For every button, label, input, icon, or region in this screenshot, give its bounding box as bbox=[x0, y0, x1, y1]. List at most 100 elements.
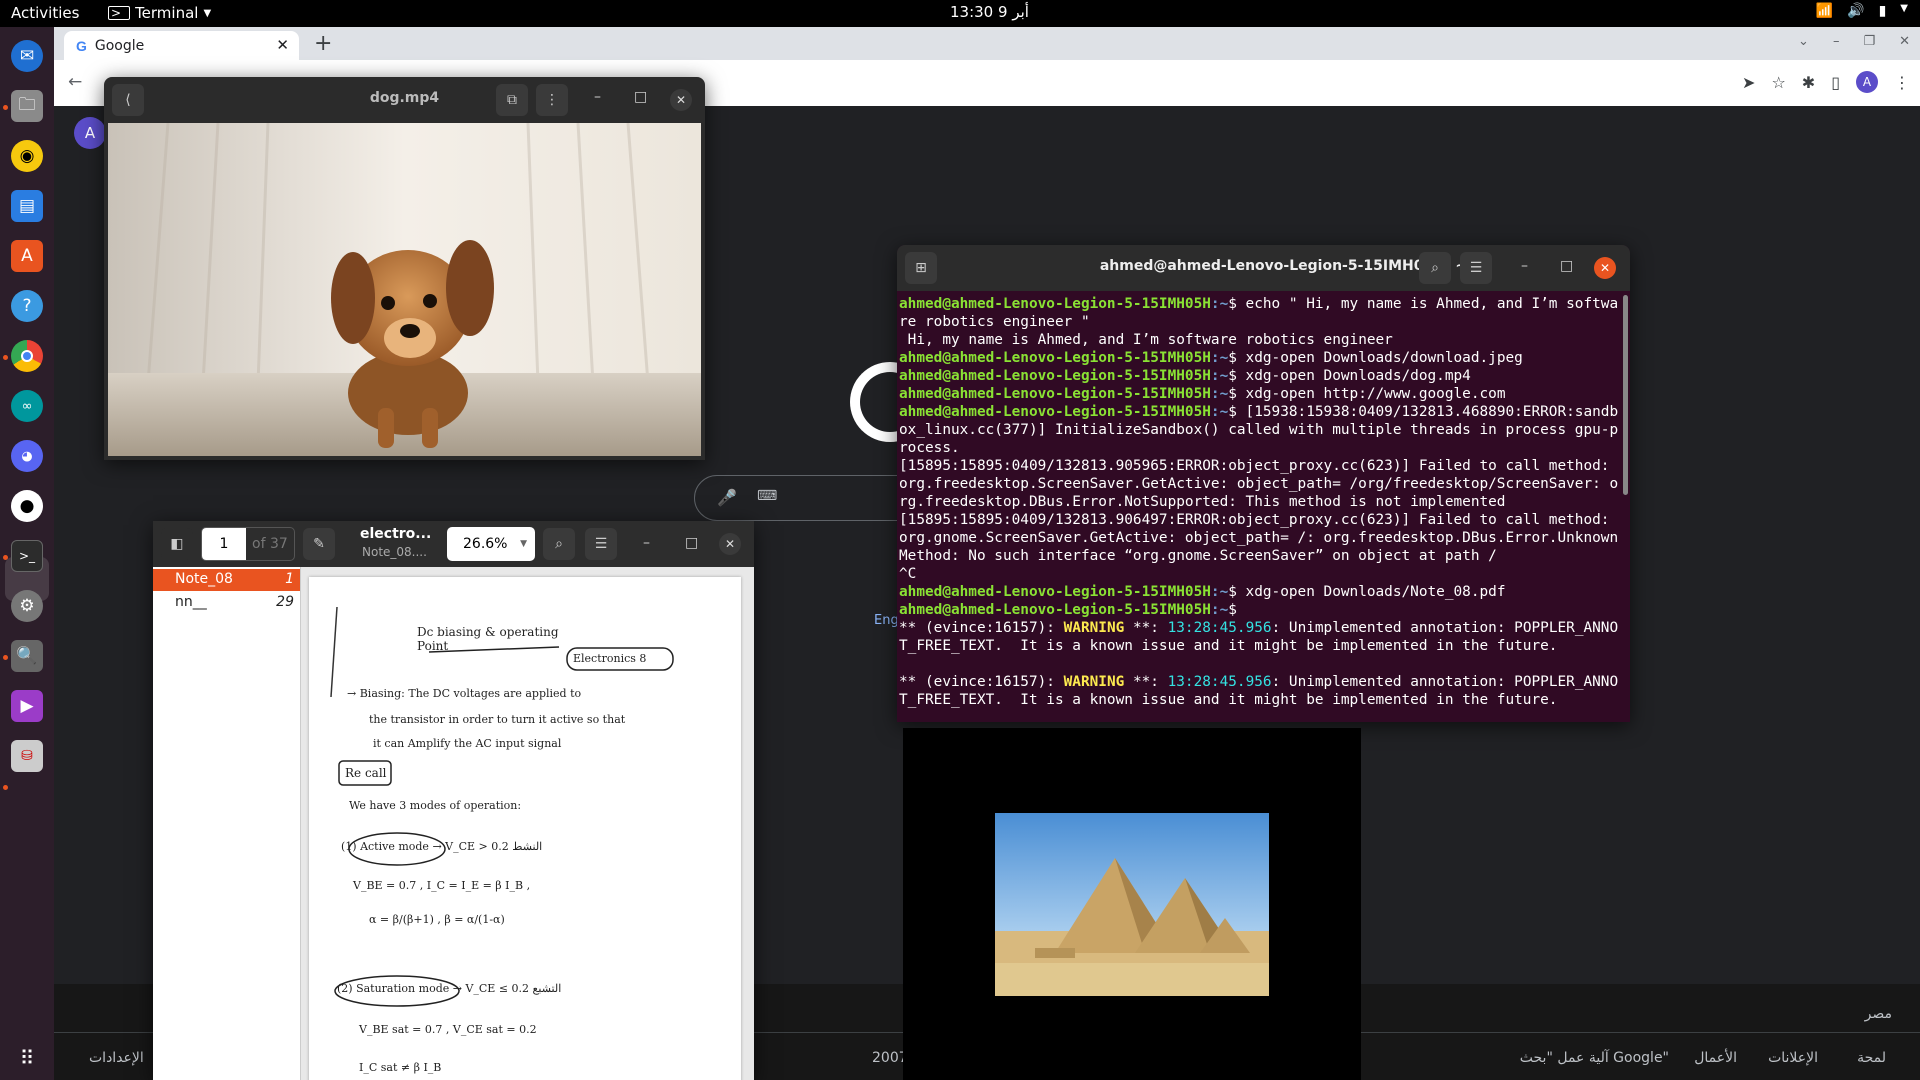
language-link[interactable]: Eng bbox=[874, 613, 899, 628]
pyramids-image[interactable] bbox=[995, 813, 1269, 996]
video-frame[interactable] bbox=[108, 123, 701, 456]
chevron-down-icon: ▼ bbox=[1900, 3, 1908, 14]
send-icon[interactable]: ➤ bbox=[1742, 73, 1755, 92]
output-text: ^C bbox=[899, 566, 917, 582]
new-tab-button[interactable]: + bbox=[314, 31, 332, 56]
warning-label: WARNING bbox=[1063, 674, 1125, 690]
close-icon[interactable]: ✕ bbox=[276, 36, 289, 54]
chrome-icon[interactable] bbox=[11, 340, 43, 372]
prompt-user: ahmed@ahmed-Lenovo-Legion-5-15IMH05H bbox=[899, 386, 1211, 402]
restore-icon[interactable]: ❐ bbox=[1863, 34, 1875, 49]
zoom-select[interactable]: 26.6% ▼ bbox=[447, 527, 535, 561]
software-icon[interactable]: A bbox=[11, 240, 43, 272]
search-icon[interactable]: ⌕ bbox=[543, 528, 575, 560]
output-text: Hi, my name is Ahmed, and I’m software r… bbox=[899, 332, 1393, 348]
error-text: [15895:15895:0409/132813.906497:ERROR:ob… bbox=[899, 512, 1619, 564]
help-icon[interactable]: ? bbox=[11, 290, 43, 322]
warning-label: WARNING bbox=[1063, 620, 1125, 636]
terminal-app-icon: >_ bbox=[108, 6, 131, 20]
handwriting-title: Dc biasing & operating Point bbox=[417, 625, 559, 653]
menu-button[interactable]: ⋮ bbox=[536, 84, 568, 116]
outline-item[interactable]: Note_08 1 bbox=[153, 569, 300, 591]
settings-icon[interactable]: ⚙ bbox=[11, 590, 43, 622]
profile-avatar[interactable]: A bbox=[1856, 71, 1878, 93]
prompt-path: :~ bbox=[1210, 350, 1229, 366]
clock[interactable]: أبر 9 13:30 bbox=[950, 3, 1029, 21]
activities-button[interactable]: Activities bbox=[11, 4, 79, 22]
terminal-header: ⊞ ahmed@ahmed-Lenovo-Legion-5-15IMH05H: … bbox=[897, 245, 1630, 291]
warning-mid: **: bbox=[1124, 620, 1168, 636]
document-header: ◧ 1 of 37 ✎ electro... Note_08.... 26.6%… bbox=[153, 521, 754, 567]
handwriting-line: the transistor in order to turn it activ… bbox=[369, 713, 626, 726]
close-icon[interactable]: ✕ bbox=[1899, 34, 1910, 49]
footer-link-how-search-works[interactable]: آلية عمل "بحث Google" bbox=[1520, 1050, 1669, 1066]
minimize-icon[interactable]: – bbox=[643, 535, 650, 551]
handwriting-line: → Biasing: The DC voltages are applied t… bbox=[347, 687, 582, 700]
github-icon[interactable]: ● bbox=[11, 490, 43, 522]
arduino-icon[interactable]: ∞ bbox=[11, 390, 43, 422]
page-count: of 37 bbox=[252, 536, 288, 552]
extensions-icon[interactable]: ✱ bbox=[1802, 73, 1815, 92]
close-icon[interactable]: ✕ bbox=[719, 533, 741, 555]
prompt-path: :~ bbox=[1210, 602, 1229, 618]
microphone-icon[interactable]: 🎤 bbox=[717, 488, 737, 507]
fullscreen-button[interactable]: ⧉ bbox=[496, 84, 528, 116]
menu-icon[interactable]: ☰ bbox=[1460, 252, 1492, 284]
app-grid-icon[interactable]: ⠿ bbox=[11, 1042, 43, 1074]
tab-google[interactable]: G Google ✕ bbox=[64, 31, 299, 60]
toolbar-icons: ➤ ☆ ✱ ▯ A ⋮ bbox=[1742, 71, 1910, 93]
videos-icon[interactable]: ▶ bbox=[11, 690, 43, 722]
terminal-icon[interactable]: >_ bbox=[11, 540, 43, 572]
rhythmbox-icon[interactable]: ◉ bbox=[11, 140, 43, 172]
page-number-input[interactable]: 1 bbox=[202, 528, 246, 560]
footer-link-about[interactable]: لمحة bbox=[1857, 1050, 1886, 1066]
back-arrow-icon[interactable]: ← bbox=[68, 72, 82, 92]
footer-link-ads[interactable]: الإعلانات bbox=[1768, 1050, 1818, 1066]
outline-item[interactable]: nn__ 29 bbox=[153, 592, 300, 614]
terminal-window: ⊞ ahmed@ahmed-Lenovo-Legion-5-15IMH05H: … bbox=[897, 245, 1630, 722]
menu-dots-icon[interactable]: ⋮ bbox=[1894, 73, 1910, 92]
files-icon[interactable]: 🗀 bbox=[11, 90, 43, 122]
video-player-window: ⟨ dog.mp4 ⧉ ⋮ – □ ✕ bbox=[104, 77, 705, 460]
top-bar: Activities >_ Terminal ▼ أبر 9 13:30 📶 🔊… bbox=[0, 0, 1920, 27]
maximize-icon[interactable]: □ bbox=[634, 89, 647, 105]
prompt-user: ahmed@ahmed-Lenovo-Legion-5-15IMH05H bbox=[899, 404, 1211, 420]
search-icon[interactable]: 🔍 bbox=[11, 640, 43, 672]
system-tray[interactable]: 📶 🔊 ▮ ▼ bbox=[1816, 3, 1908, 19]
wifi-icon: 📶 bbox=[1815, 3, 1834, 19]
minimize-icon[interactable]: – bbox=[594, 89, 601, 105]
footer-link-settings[interactable]: الإعدادات bbox=[89, 1050, 144, 1066]
remote-icon[interactable]: ⛁ bbox=[11, 740, 43, 772]
maximize-icon[interactable]: □ bbox=[685, 535, 698, 551]
footer-link-business[interactable]: الأعمال bbox=[1694, 1050, 1737, 1066]
maximize-icon[interactable]: □ bbox=[1560, 258, 1573, 274]
page-avatar[interactable]: A bbox=[74, 117, 106, 149]
close-icon[interactable]: ✕ bbox=[670, 89, 692, 111]
terminal-scrollbar[interactable] bbox=[1623, 295, 1628, 495]
page-selector[interactable]: 1 of 37 bbox=[201, 527, 295, 561]
thunderbird-icon[interactable]: ✉ bbox=[11, 40, 43, 72]
terminal-output[interactable]: ahmed@ahmed-Lenovo-Legion-5-15IMH05H:~$ … bbox=[897, 291, 1621, 722]
prompt-path: :~ bbox=[1210, 404, 1229, 420]
dog-video-image bbox=[108, 123, 701, 456]
minimize-icon[interactable]: – bbox=[1521, 258, 1528, 274]
close-icon[interactable]: ✕ bbox=[1594, 257, 1616, 279]
document-viewer-window: ◧ 1 of 37 ✎ electro... Note_08.... 26.6%… bbox=[153, 521, 754, 1080]
keyboard-icon[interactable]: ⌨ bbox=[757, 488, 777, 504]
tab-title: Google bbox=[94, 37, 145, 54]
star-icon[interactable]: ☆ bbox=[1771, 73, 1785, 92]
writer-icon[interactable]: ▤ bbox=[11, 190, 43, 222]
annotate-pen-icon[interactable]: ✎ bbox=[303, 528, 335, 560]
chevron-down-icon[interactable]: ⌄ bbox=[1798, 34, 1809, 49]
app-menu[interactable]: >_ Terminal ▼ bbox=[108, 4, 211, 22]
sidebar-toggle-icon[interactable]: ◧ bbox=[161, 528, 193, 560]
document-view[interactable]: Dc biasing & operating Point Electronics… bbox=[301, 567, 754, 1080]
search-icon[interactable]: ⌕ bbox=[1419, 252, 1451, 284]
sidepanel-icon[interactable]: ▯ bbox=[1831, 73, 1840, 92]
error-text: [15895:15895:0409/132813.905965:ERROR:ob… bbox=[899, 458, 1619, 510]
discord-icon[interactable]: ◕ bbox=[11, 440, 43, 472]
warning-mid: **: bbox=[1124, 674, 1168, 690]
menu-icon[interactable]: ☰ bbox=[585, 528, 617, 560]
minimize-icon[interactable]: – bbox=[1833, 34, 1840, 49]
warning-timestamp: 13:28:45.956 bbox=[1167, 674, 1272, 690]
